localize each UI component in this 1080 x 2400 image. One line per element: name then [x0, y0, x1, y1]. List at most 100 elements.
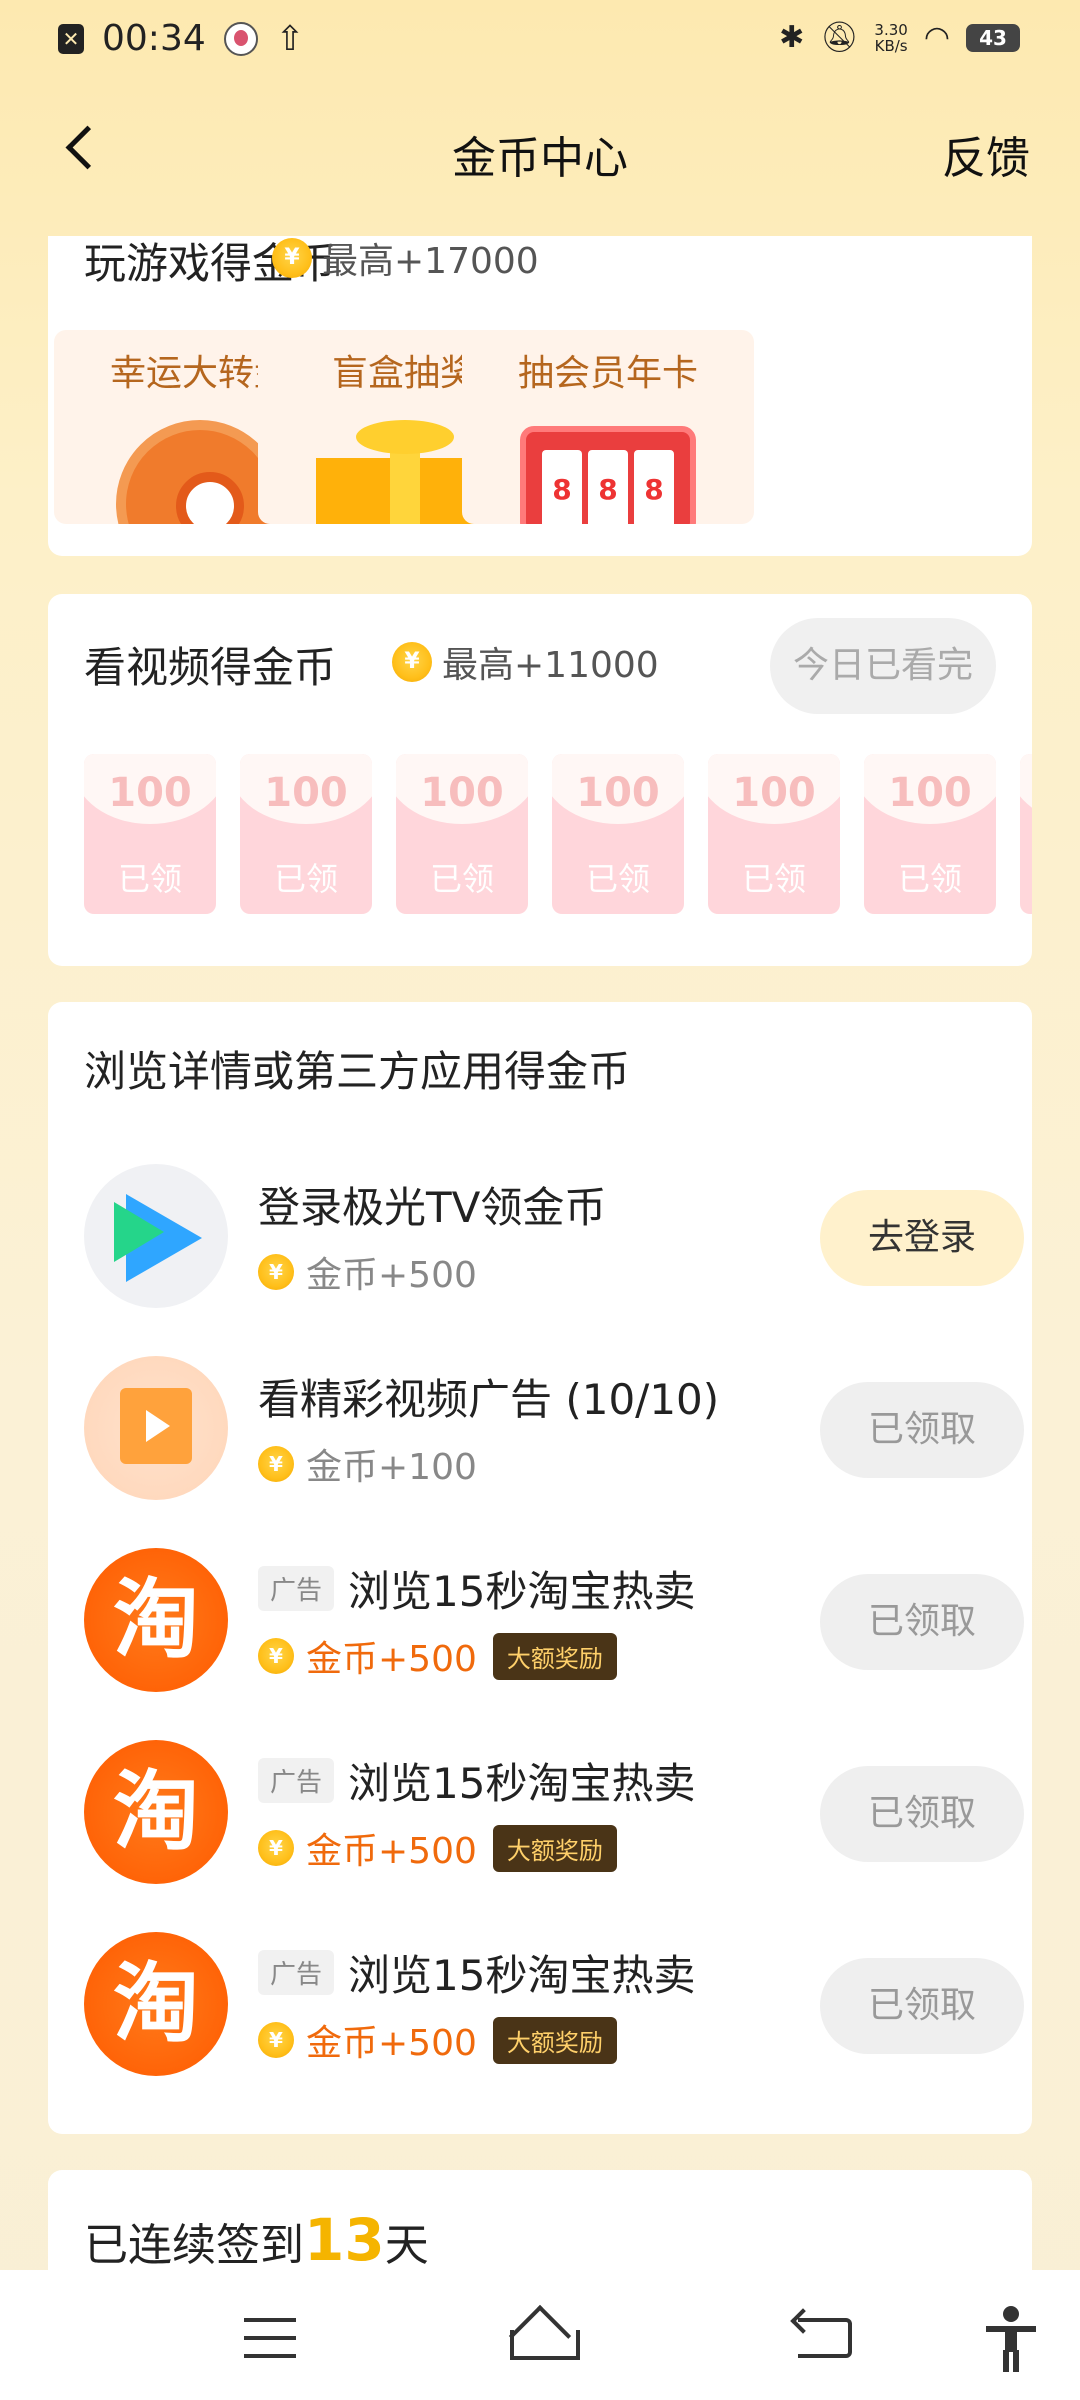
task-reward-text: 金币+500 [306, 1639, 477, 1680]
claimed-button[interactable]: 已领取 [820, 1766, 1024, 1862]
status-time: 00:34 [102, 18, 206, 59]
video-ad-icon [84, 1356, 228, 1500]
claimed-button[interactable]: 已领取 [820, 1958, 1024, 2054]
member-card-lottery-tile[interactable]: 抽会员年卡 8 8 8 [462, 330, 754, 524]
red-packet[interactable]: 100 已领 [708, 754, 840, 914]
red-packet[interactable]: 100 已领 [240, 754, 372, 914]
mute-bell-icon: 🔕︎ [820, 20, 859, 55]
task-item-video-ad: 看精彩视频广告 (10/10) ¥ 金币+100 已领取 [84, 1356, 1024, 1506]
slot-digit: 8 [588, 450, 628, 524]
coin-icon: ¥ [258, 1830, 294, 1866]
coin-icon: ¥ [392, 642, 432, 682]
slot-digit: 8 [542, 450, 582, 524]
coin-icon: ¥ [258, 1638, 294, 1674]
task-title-text: 浏览15秒淘宝热卖 [348, 1759, 696, 1808]
coin-icon: ¥ [272, 238, 312, 278]
home-icon[interactable] [506, 2310, 580, 2360]
feedback-link[interactable]: 反馈 [942, 122, 1030, 186]
task-title: 广告 浏览15秒淘宝热卖 [258, 1558, 695, 1619]
task-title-text: 浏览15秒淘宝热卖 [348, 1567, 696, 1616]
coin-icon: ¥ [258, 1446, 294, 1482]
notification-icon: ✕ [58, 23, 84, 54]
signin-prefix: 已连续签到 [84, 2220, 304, 2271]
taobao-icon: 淘 [84, 1740, 228, 1884]
task-reward-text: 金币+100 [306, 1447, 477, 1488]
taobao-icon: 淘 [84, 1548, 228, 1692]
red-packet-partial[interactable] [1020, 754, 1032, 914]
big-reward-tag: 大额奖励 [492, 1824, 617, 1872]
system-nav-bar [0, 2270, 1080, 2400]
signin-streak: 已连续签到13天 [84, 2206, 429, 2274]
ad-badge: 广告 [258, 1758, 335, 1803]
task-reward: ¥ 金币+500 大额奖励 [258, 2014, 617, 2066]
browse-tasks-card: 浏览详情或第三方应用得金币 登录极光TV领金币 ¥ 金币+500 去登录 看精彩… [48, 1002, 1032, 2134]
upload-icon: ⇧ [275, 18, 305, 59]
task-title-text: 登录极光TV领金币 [258, 1183, 607, 1232]
signin-days: 13 [304, 2206, 385, 2274]
battery-indicator: 43 [966, 23, 1020, 52]
claimed-button[interactable]: 已领取 [820, 1574, 1024, 1670]
red-packet[interactable]: 100 已领 [552, 754, 684, 914]
bluetooth-icon: ✱ [779, 20, 805, 55]
task-reward: ¥ 金币+500 大额奖励 [258, 1630, 617, 1682]
red-packet-label: 已领 [741, 860, 806, 898]
task-title: 广告 浏览15秒淘宝热卖 [258, 1942, 695, 2003]
coin-icon: ¥ [258, 2022, 294, 2058]
go-login-button[interactable]: 去登录 [820, 1190, 1024, 1286]
red-packet-label: 已领 [585, 860, 650, 898]
big-reward-tag: 大额奖励 [492, 1632, 617, 1680]
taobao-icon: 淘 [84, 1932, 228, 2076]
task-item-login-tv: 登录极光TV领金币 ¥ 金币+500 去登录 [84, 1164, 1024, 1314]
red-packet-amount: 100 [576, 770, 660, 816]
red-packet-amount: 100 [888, 770, 972, 816]
red-packet-amount: 100 [108, 770, 192, 816]
task-title-text: 浏览15秒淘宝热卖 [348, 1951, 696, 2000]
claimed-button[interactable]: 已领取 [820, 1382, 1024, 1478]
task-reward-text: 金币+500 [306, 2023, 477, 2064]
red-packet[interactable]: 100 已领 [864, 754, 996, 914]
page-title: 金币中心 [452, 133, 628, 184]
ad-badge: 广告 [258, 1566, 335, 1611]
tv-app-icon [84, 1164, 228, 1308]
task-title: 广告 浏览15秒淘宝热卖 [258, 1750, 695, 1811]
network-speed: 3.30 KB/s [874, 22, 907, 54]
back-icon[interactable] [798, 2318, 852, 2358]
red-packet-label: 已领 [117, 860, 182, 898]
games-card: 玩游戏得金币 ¥ 最高+17000 幸运大转盘 盲盒抽奖 抽会员年卡 8 8 8 [48, 236, 1032, 556]
red-packet-label: 已领 [273, 860, 338, 898]
ad-badge: 广告 [258, 1950, 335, 1995]
task-title: 看精彩视频广告 (10/10) [258, 1366, 719, 1427]
today-watched-button[interactable]: 今日已看完 [770, 618, 996, 714]
network-speed-value: 3.30 [874, 20, 908, 39]
network-speed-unit: KB/s [874, 36, 908, 55]
red-packet[interactable]: 100 已领 [84, 754, 216, 914]
browse-section-title: 浏览详情或第三方应用得金币 [84, 1047, 631, 1096]
video-max-reward: ¥ 最高+11000 [392, 636, 659, 688]
task-reward-text: 金币+500 [306, 1255, 477, 1296]
menu-icon[interactable] [244, 2318, 296, 2358]
video-max-text: 最高+11000 [442, 645, 659, 686]
task-reward-text: 金币+500 [306, 1831, 477, 1872]
red-packet-label: 已领 [897, 860, 962, 898]
task-reward: ¥ 金币+100 [258, 1438, 477, 1490]
slot-machine-icon: 8 8 8 [520, 426, 696, 524]
red-packet-label: 已领 [429, 860, 494, 898]
task-reward: ¥ 金币+500 大额奖励 [258, 1822, 617, 1874]
games-max-reward: ¥ 最高+17000 [272, 236, 539, 284]
wifi-icon: ◠ [923, 20, 950, 55]
status-bar: ✕ 00:34 ⇧ ✱ 🔕︎ 3.30 KB/s ◠ 43 [0, 0, 1080, 84]
avatar-notification-icon [223, 21, 258, 56]
red-packet-amount: 100 [264, 770, 348, 816]
task-item-taobao: 淘 广告 浏览15秒淘宝热卖 ¥ 金币+500 大额奖励 已领取 [84, 1548, 1024, 1698]
games-max-text: 最高+17000 [322, 241, 539, 282]
accessibility-icon[interactable] [986, 2306, 1036, 2372]
red-packet-row[interactable]: 100 已领 100 已领 100 已领 100 已领 100 已领 100 已… [84, 754, 1032, 914]
slot-digit: 8 [634, 450, 674, 524]
nav-bar: 金币中心 反馈 [0, 104, 1080, 194]
task-title-text: 看精彩视频广告 (10/10) [258, 1375, 720, 1424]
game-tile-label: 抽会员年卡 [517, 353, 698, 394]
red-packet[interactable]: 100 已领 [396, 754, 528, 914]
task-item-taobao: 淘 广告 浏览15秒淘宝热卖 ¥ 金币+500 大额奖励 已领取 [84, 1932, 1024, 2082]
signin-suffix: 天 [384, 2220, 429, 2271]
big-reward-tag: 大额奖励 [492, 2016, 617, 2064]
